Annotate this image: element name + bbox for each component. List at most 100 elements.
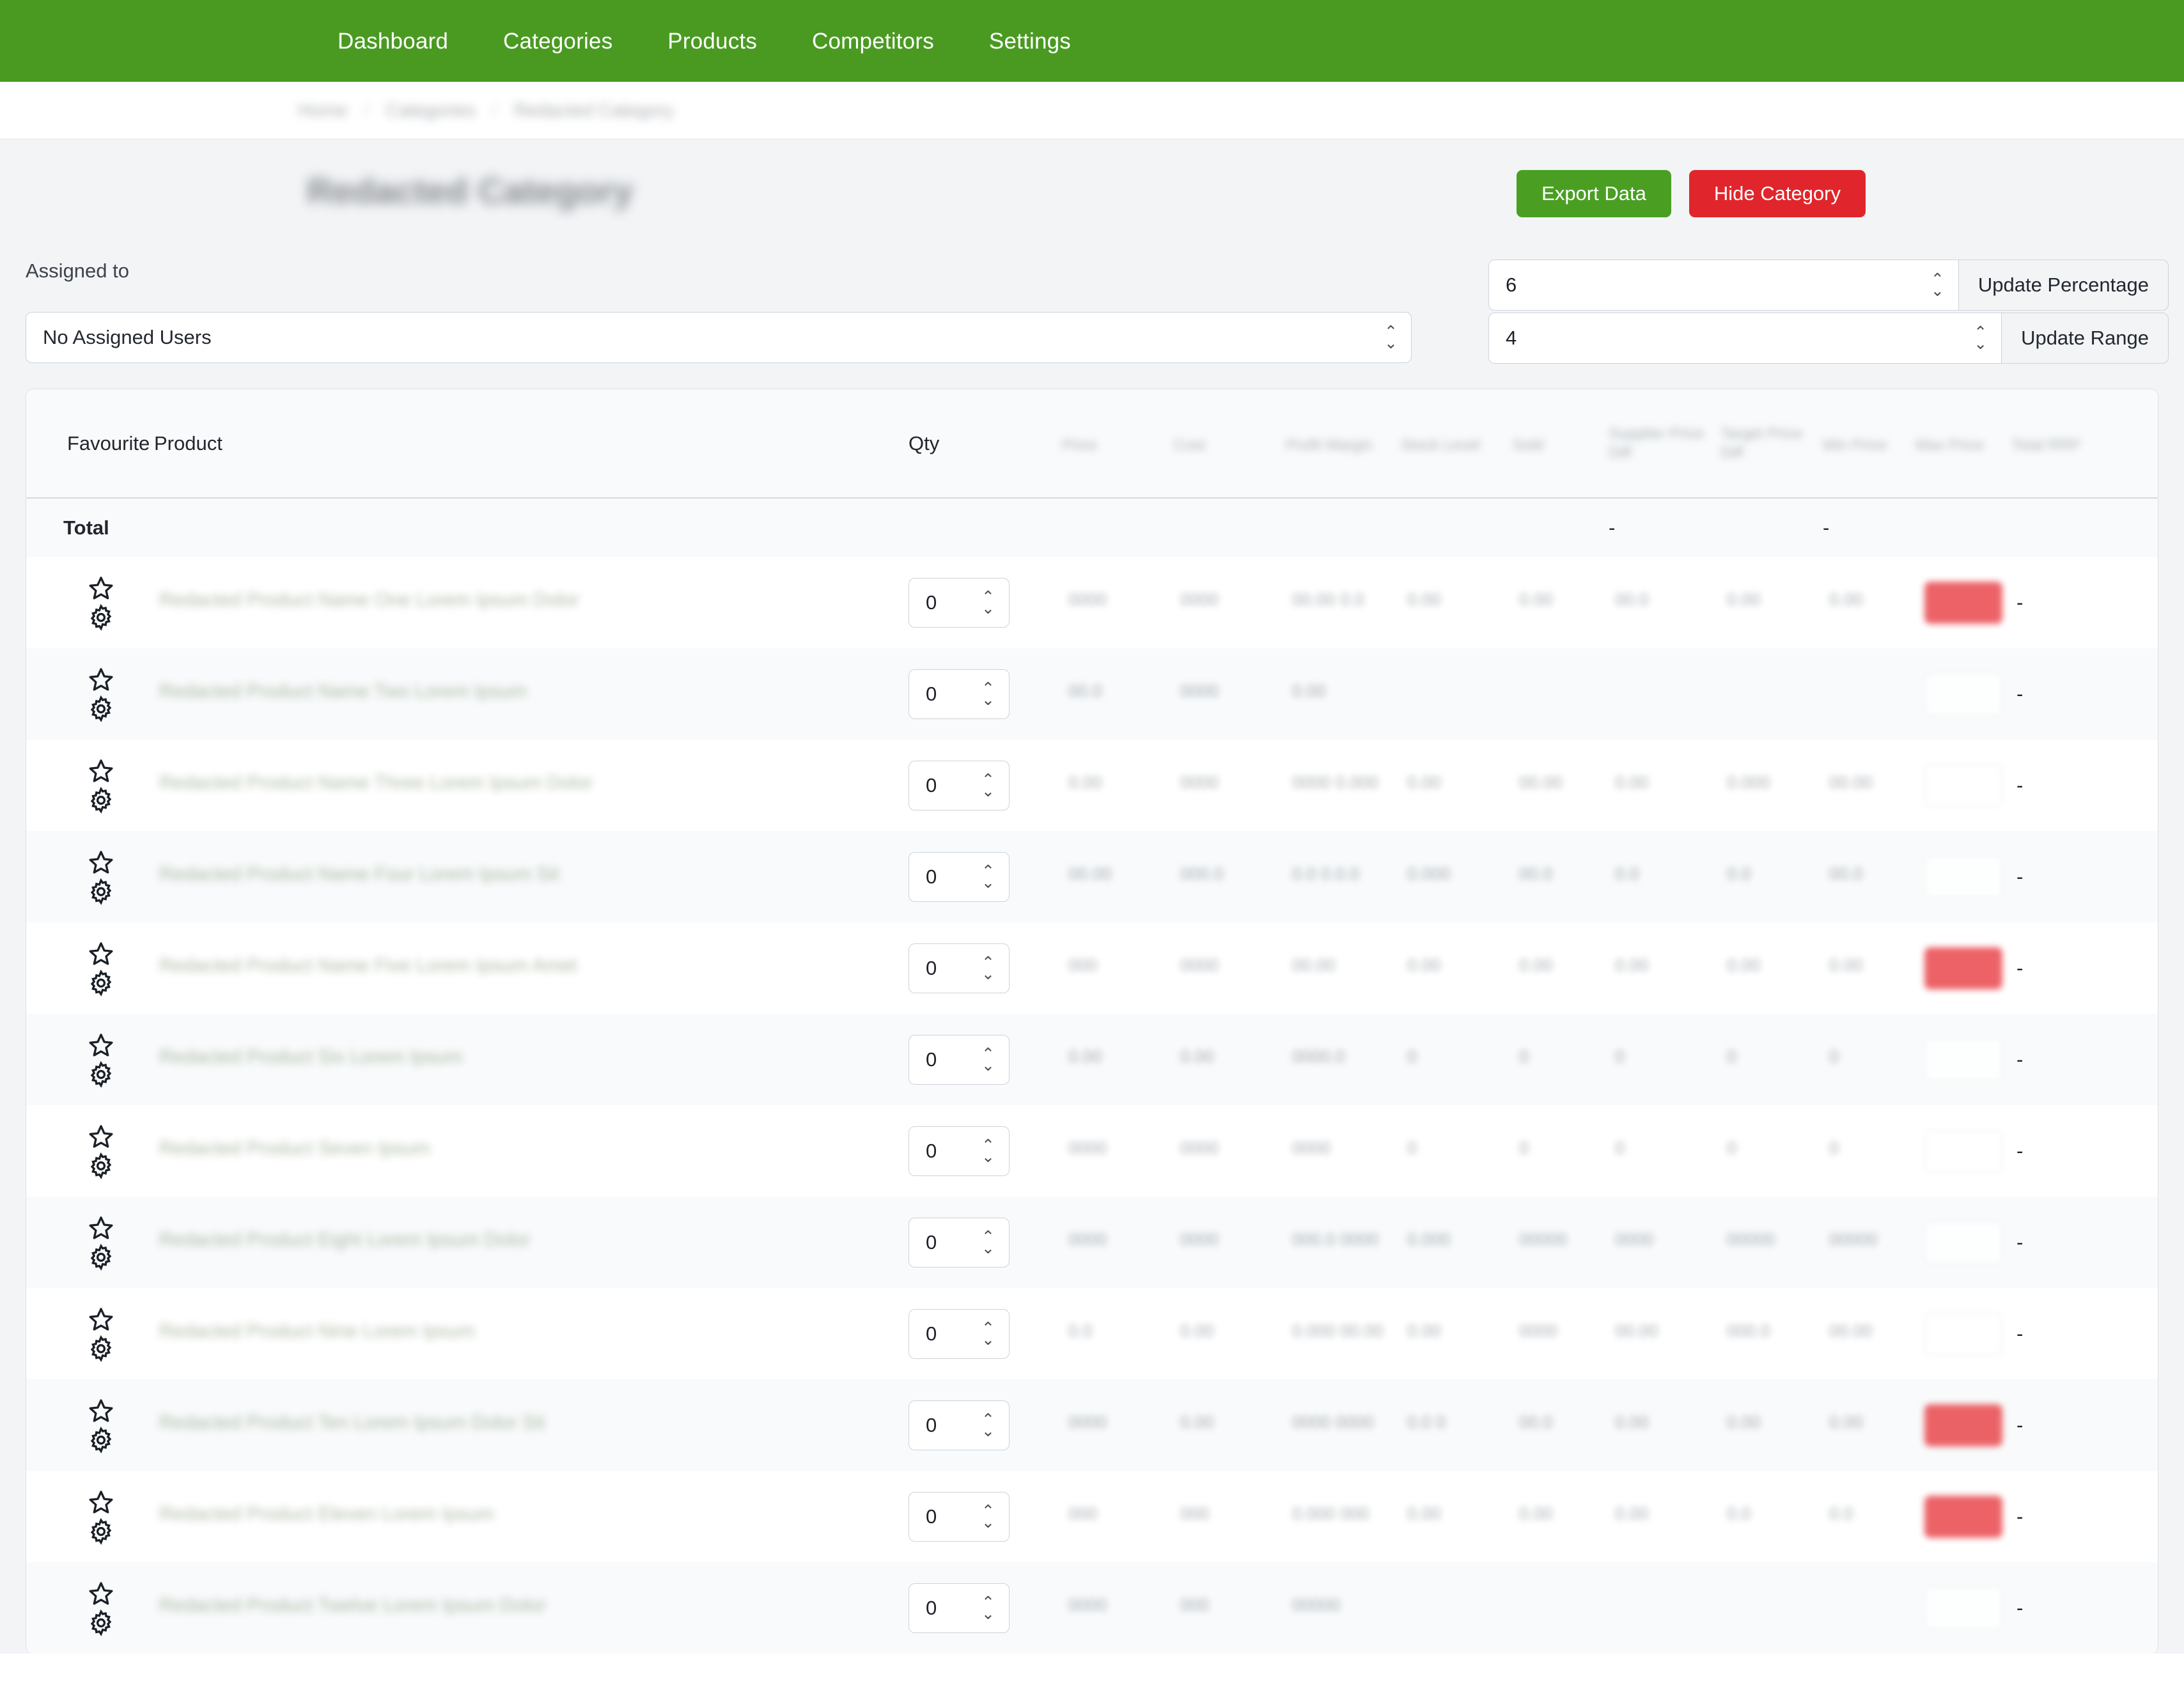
star-icon[interactable] <box>88 1306 117 1333</box>
product-cell[interactable]: Redacted Product Name Four Lorem Ipsum S… <box>154 831 909 922</box>
nav-item-dashboard[interactable]: Dashboard <box>317 30 469 52</box>
table-row[interactable]: Redacted Product Name Five Lorem Ipsum A… <box>26 922 2158 1014</box>
gear-icon[interactable] <box>88 1152 117 1179</box>
table-row[interactable]: Redacted Product Seven Ipsum0⌃⌄000000000… <box>26 1105 2158 1197</box>
qty-input[interactable]: 0⌃⌄ <box>909 761 1010 810</box>
qty-stepper-icon[interactable]: ⌃⌄ <box>981 683 995 706</box>
header-col-9[interactable]: Max Price <box>1915 389 2011 498</box>
status-bar-cell[interactable] <box>1915 1288 2011 1379</box>
status-badge-red[interactable] <box>1924 1404 2002 1446</box>
header-col-10[interactable]: Total RRP <box>2011 389 2158 498</box>
gear-icon[interactable] <box>88 1244 117 1271</box>
table-row[interactable]: Redacted Product Ten Lorem Ipsum Dolor S… <box>26 1379 2158 1471</box>
qty-input[interactable]: 0⌃⌄ <box>909 1583 1010 1633</box>
qty-input[interactable]: 0⌃⌄ <box>909 1218 1010 1268</box>
status-bar-cell[interactable] <box>1915 1105 2011 1197</box>
product-cell[interactable]: Redacted Product Ten Lorem Ipsum Dolor S… <box>154 1379 909 1471</box>
star-icon[interactable] <box>88 849 117 876</box>
gear-icon[interactable] <box>88 604 117 631</box>
range-stepper-icon[interactable]: ⌃⌄ <box>1974 327 1987 350</box>
status-badge-plain[interactable] <box>1924 673 2002 715</box>
star-icon[interactable] <box>88 940 117 967</box>
qty-stepper-icon[interactable]: ⌃⌄ <box>981 1231 995 1254</box>
status-bar-cell[interactable] <box>1915 1379 2011 1471</box>
status-badge-plain[interactable] <box>1924 1130 2002 1172</box>
product-cell[interactable]: Redacted Product Twelve Lorem Ipsum Dolo… <box>154 1562 909 1654</box>
product-cell[interactable]: Redacted Product Eleven Lorem Ipsum <box>154 1471 909 1562</box>
status-badge-red[interactable] <box>1924 582 2002 624</box>
qty-input[interactable]: 0⌃⌄ <box>909 1309 1010 1359</box>
gear-icon[interactable] <box>88 878 117 905</box>
status-badge-plain[interactable] <box>1924 856 2002 898</box>
qty-input[interactable]: 0⌃⌄ <box>909 1126 1010 1176</box>
qty-stepper-icon[interactable]: ⌃⌄ <box>981 1322 995 1345</box>
percentage-stepper-icon[interactable]: ⌃⌄ <box>1931 274 1944 297</box>
assigned-users-select[interactable]: No Assigned Users <box>26 312 1412 363</box>
qty-stepper-icon[interactable]: ⌃⌄ <box>981 1140 995 1163</box>
update-range-button[interactable]: Update Range <box>2001 313 2169 364</box>
qty-input[interactable]: 0⌃⌄ <box>909 1492 1010 1542</box>
breadcrumb-item-categories[interactable]: Categories <box>386 100 475 121</box>
header-col-1[interactable]: Price <box>1062 389 1174 498</box>
table-row[interactable]: Redacted Product Name Four Lorem Ipsum S… <box>26 831 2158 922</box>
gear-icon[interactable] <box>88 970 117 996</box>
gear-icon[interactable] <box>88 695 117 722</box>
nav-item-products[interactable]: Products <box>647 30 777 52</box>
status-badge-red[interactable] <box>1924 947 2002 989</box>
product-cell[interactable]: Redacted Product Name Two Lorem Ipsum <box>154 648 909 740</box>
gear-icon[interactable] <box>88 1427 117 1454</box>
star-icon[interactable] <box>88 757 117 784</box>
qty-stepper-icon[interactable]: ⌃⌄ <box>981 865 995 888</box>
range-input[interactable]: 4 ⌃⌄ <box>1488 313 2001 364</box>
status-badge-plain[interactable] <box>1924 1221 2002 1264</box>
percentage-input[interactable]: 6 ⌃⌄ <box>1488 260 1958 311</box>
status-bar-cell[interactable] <box>1915 648 2011 740</box>
hide-category-button[interactable]: Hide Category <box>1689 170 1866 217</box>
product-cell[interactable]: Redacted Product Six Lorem Ipsum <box>154 1014 909 1105</box>
star-icon[interactable] <box>88 1397 117 1424</box>
gear-icon[interactable] <box>88 1609 117 1636</box>
header-favourite[interactable]: Favourite <box>26 389 154 498</box>
qty-input[interactable]: 0⌃⌄ <box>909 669 1010 719</box>
header-qty[interactable]: Qty <box>909 389 1062 498</box>
star-icon[interactable] <box>88 666 117 693</box>
qty-stepper-icon[interactable]: ⌃⌄ <box>981 774 995 797</box>
gear-icon[interactable] <box>88 1335 117 1362</box>
status-badge-plain[interactable] <box>1924 1313 2002 1355</box>
nav-item-competitors[interactable]: Competitors <box>792 30 955 52</box>
status-badge-red[interactable] <box>1924 1496 2002 1538</box>
qty-stepper-icon[interactable]: ⌃⌄ <box>981 1597 995 1620</box>
status-bar-cell[interactable] <box>1915 1197 2011 1288</box>
header-col-6[interactable]: Supplier Price Diff <box>1609 389 1720 498</box>
status-bar-cell[interactable] <box>1915 1562 2011 1654</box>
status-bar-cell[interactable] <box>1915 557 2011 648</box>
qty-input[interactable]: 0⌃⌄ <box>909 1400 1010 1450</box>
status-bar-cell[interactable] <box>1915 740 2011 831</box>
header-col-7[interactable]: Target Price Diff <box>1720 389 1823 498</box>
header-col-5[interactable]: Sold <box>1513 389 1609 498</box>
status-bar-cell[interactable] <box>1915 831 2011 922</box>
breadcrumb-item-home[interactable]: Home <box>298 100 347 121</box>
header-col-3[interactable]: Profit Margin <box>1286 389 1401 498</box>
header-product[interactable]: Product <box>154 389 909 498</box>
status-badge-plain[interactable] <box>1924 1587 2002 1629</box>
status-bar-cell[interactable] <box>1915 1014 2011 1105</box>
status-badge-plain[interactable] <box>1924 764 2002 807</box>
qty-stepper-icon[interactable]: ⌃⌄ <box>981 1048 995 1071</box>
qty-input[interactable]: 0⌃⌄ <box>909 578 1010 628</box>
header-col-2[interactable]: Cost <box>1174 389 1286 498</box>
nav-item-settings[interactable]: Settings <box>969 30 1091 52</box>
gear-icon[interactable] <box>88 1061 117 1088</box>
gear-icon[interactable] <box>88 1518 117 1545</box>
table-row[interactable]: Redacted Product Eleven Lorem Ipsum0⌃⌄00… <box>26 1471 2158 1562</box>
qty-input[interactable]: 0⌃⌄ <box>909 852 1010 902</box>
qty-stepper-icon[interactable]: ⌃⌄ <box>981 1505 995 1528</box>
nav-item-categories[interactable]: Categories <box>483 30 633 52</box>
product-cell[interactable]: Redacted Product Eight Lorem Ipsum Dolor <box>154 1197 909 1288</box>
header-col-4[interactable]: Stock Level <box>1401 389 1513 498</box>
table-row[interactable]: Redacted Product Nine Lorem Ipsum0⌃⌄0.00… <box>26 1288 2158 1379</box>
table-row[interactable]: Redacted Product Six Lorem Ipsum0⌃⌄0.000… <box>26 1014 2158 1105</box>
update-percentage-button[interactable]: Update Percentage <box>1958 260 2169 311</box>
status-badge-plain[interactable] <box>1924 1039 2002 1081</box>
status-bar-cell[interactable] <box>1915 1471 2011 1562</box>
